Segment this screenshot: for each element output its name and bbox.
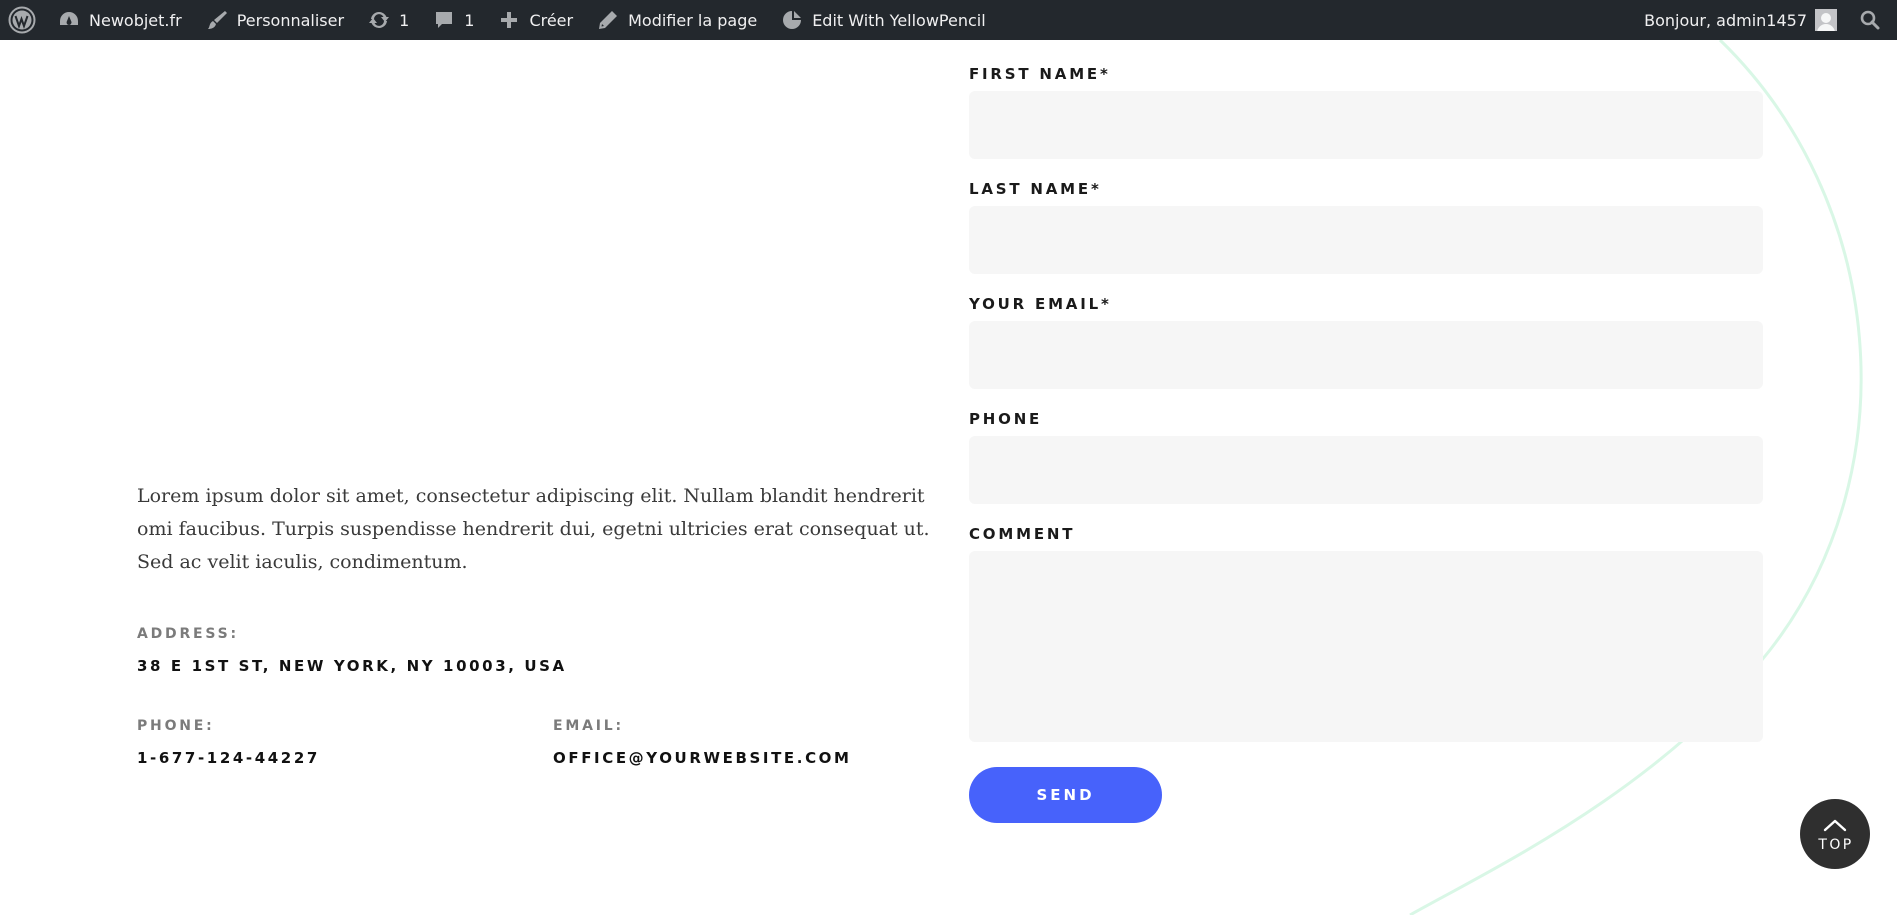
updates-icon [369,11,390,29]
comments-count: 1 [464,10,475,30]
search-icon [1860,10,1880,30]
site-name-menu[interactable]: Newobjet.fr [46,0,194,40]
customize-label: Personnaliser [236,10,345,30]
back-to-top-button[interactable]: TOP [1800,799,1870,869]
phone-field-label: PHONE [969,410,1043,428]
comment-textarea[interactable] [969,551,1763,742]
address-value: 38 E 1ST ST, NEW YORK, NY 10003, USA [137,657,567,675]
chevron-up-icon [1823,819,1847,832]
address-label: ADDRESS: [137,626,239,642]
site-name: Newobjet.fr [89,10,182,30]
phone-label: PHONE: [137,718,215,734]
wordpress-icon [8,6,36,34]
last-name-input[interactable] [969,206,1763,274]
edit-page-menu[interactable]: Modifier la page [585,0,769,40]
new-content-menu[interactable]: Créer [486,0,585,40]
dashboard-gauge-icon [60,12,78,25]
greeting-text: Bonjour, admin1457 [1644,10,1807,30]
last-name-label: LAST NAME* [969,180,1102,198]
avatar-icon [1815,9,1837,31]
send-button[interactable]: SEND [969,767,1162,823]
email-input[interactable] [969,321,1763,389]
plus-icon [501,12,518,28]
first-name-input[interactable] [969,91,1763,159]
comments-menu[interactable]: 1 [421,0,486,40]
create-label: Créer [529,10,574,30]
first-name-label: FIRST NAME* [969,65,1111,83]
paintbrush-icon [207,11,227,29]
email-value: OFFICE@YOURWEBSITE.COM [553,749,852,767]
comment-bubble-icon [436,12,453,28]
yellowpencil-icon [783,11,802,29]
email-label: EMAIL: [553,718,624,734]
phone-input[interactable] [969,436,1763,504]
edit-page-label: Modifier la page [628,10,758,30]
phone-value: 1-677-124-44227 [137,749,320,767]
search-menu[interactable] [1851,0,1897,40]
account-menu[interactable]: Bonjour, admin1457 [1632,0,1851,40]
comment-label: COMMENT [969,525,1076,543]
email-field-label: YOUR EMAIL* [969,295,1112,313]
updates-count: 1 [399,10,410,30]
updates-menu[interactable]: 1 [356,0,421,40]
wordpress-logo-menu[interactable] [0,0,46,40]
pencil-icon [599,11,618,29]
back-to-top-label: TOP [1818,837,1854,853]
customize-menu[interactable]: Personnaliser [194,0,356,40]
intro-paragraph: Lorem ipsum dolor sit amet, consectetur … [137,485,930,573]
yellowpencil-menu[interactable]: Edit With YellowPencil [769,0,998,40]
wp-admin-bar: Newobjet.fr Personnaliser 1 1 Créer Modi… [0,0,1897,40]
yellowpencil-label: Edit With YellowPencil [812,10,986,30]
